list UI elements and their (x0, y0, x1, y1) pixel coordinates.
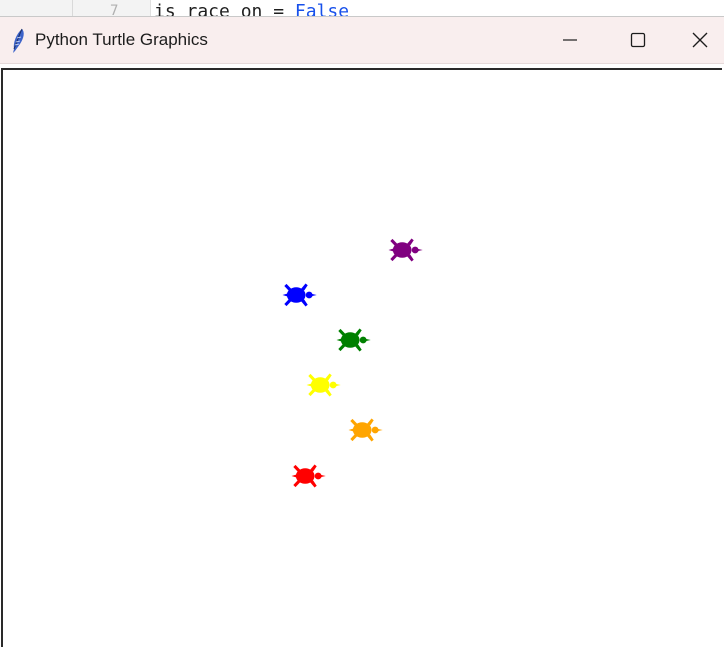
turtle-orange (348, 418, 383, 442)
turtle-yellow (306, 373, 341, 397)
minimize-icon (563, 39, 577, 41)
close-icon (692, 32, 708, 48)
turtle-red (291, 464, 326, 488)
maximize-button[interactable] (604, 17, 672, 63)
turtle-green (336, 328, 371, 352)
close-button[interactable] (676, 17, 724, 63)
turtle-canvas[interactable] (1, 68, 722, 647)
minimize-button[interactable] (536, 17, 604, 63)
turtle-blue (282, 283, 317, 307)
feather-icon (13, 28, 24, 53)
screen: 7 is_race_on = False Python Turtle Graph… (0, 0, 724, 647)
gutter-divider (72, 0, 73, 18)
turtle-purple (388, 238, 423, 262)
title-bar[interactable]: Python Turtle Graphics (0, 17, 724, 64)
maximize-icon (630, 32, 646, 48)
editor-gutter: 7 (0, 0, 151, 18)
window-title: Python Turtle Graphics (35, 30, 208, 49)
turtle-window: Python Turtle Graphics (0, 17, 724, 647)
